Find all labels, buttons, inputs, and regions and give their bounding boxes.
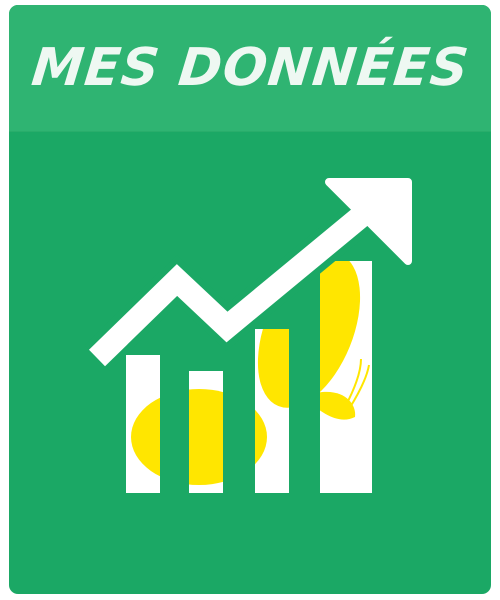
growth-chart-icon [84, 178, 412, 493]
mes-donnees-tile[interactable]: MES DONNÉES [9, 5, 491, 594]
